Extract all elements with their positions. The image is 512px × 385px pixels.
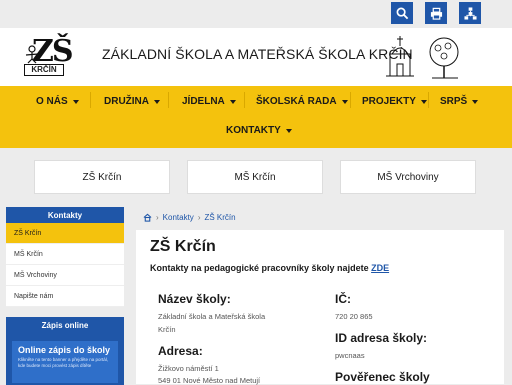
caret-down-icon <box>285 128 292 133</box>
school-name-value: Základní škola a Mateřská škola <box>158 312 266 321</box>
address-line1: Žižkovo náměstí 1 <box>158 364 219 373</box>
online-banner-text: Klikněte na tento banner a přejděte na p… <box>18 357 109 368</box>
poverenec-label: Pověřenec školy <box>335 370 430 384</box>
nav-label: O NÁS <box>36 96 68 107</box>
caret-down-icon <box>472 99 479 104</box>
card-ms-vrchoviny[interactable]: MŠ Vrchoviny <box>340 160 476 194</box>
online-banner-title: Online zápis do školy <box>18 345 111 355</box>
online-heading: Zápis online <box>6 317 124 333</box>
print-icon <box>430 7 442 20</box>
logo-subtext: KRČÍN <box>24 64 64 76</box>
nav-item-jidelna[interactable]: JÍDELNA <box>182 96 236 107</box>
search-button[interactable] <box>391 2 413 24</box>
nav-label: ŠKOLSKÁ RADA <box>256 96 337 107</box>
sidebar-item-napiste-nam[interactable]: Napište nám <box>6 286 124 307</box>
home-icon[interactable] <box>143 213 152 222</box>
church-and-tree-illustration-icon <box>386 36 459 79</box>
contact-cards: ZŠ Krčín MŠ Krčín MŠ Vrchoviny <box>0 148 512 206</box>
caret-down-icon <box>72 99 79 104</box>
breadcrumb-current: ZŠ Krčín <box>204 213 236 222</box>
nav-item-o-nas[interactable]: O NÁS <box>36 96 79 107</box>
online-banner-box: Online zápis do školy Klikněte na tento … <box>12 341 118 383</box>
main-content: ZŠ Krčín Kontakty na pedagogické pracovn… <box>136 230 504 385</box>
site-header: ZŠ KRČÍN ZÁKLADNÍ ŠKOLA A MATEŘSKÁ ŠKOLA… <box>0 28 512 86</box>
sitemap-button[interactable] <box>459 2 481 24</box>
nav-label: DRUŽINA <box>104 96 149 107</box>
school-name-value-line2: Krčín <box>158 325 176 334</box>
nav-divider <box>168 92 169 108</box>
print-button[interactable] <box>425 2 447 24</box>
site-title: ZÁKLADNÍ ŠKOLA A MATEŘSKÁ ŠKOLA KRČÍN <box>102 46 413 62</box>
school-name-label: Název školy: <box>158 292 231 306</box>
nav-divider <box>90 92 91 108</box>
id-label: ID adresa školy: <box>335 331 428 345</box>
breadcrumb-separator: › <box>197 213 201 222</box>
breadcrumb-separator: › <box>156 213 159 222</box>
caret-down-icon <box>420 99 427 104</box>
id-value: pwcnaas <box>335 351 365 360</box>
nav-item-projekty[interactable]: PROJEKTY <box>362 96 427 107</box>
school-logo[interactable]: ZŠ KRČÍN <box>24 34 94 78</box>
nav-divider <box>244 92 245 108</box>
nav-divider <box>350 92 351 108</box>
subtitle-text: Kontakty na pedagogické pracovníky školy… <box>150 263 369 273</box>
nav-item-srps[interactable]: SRPŠ <box>440 96 479 107</box>
caret-down-icon <box>341 99 348 104</box>
breadcrumb-kontakty[interactable]: Kontakty <box>163 213 194 222</box>
sidebar-item-ms-krcin[interactable]: MŠ Krčín <box>6 244 124 265</box>
sidebar-heading: Kontakty <box>6 207 124 223</box>
nav-item-kontakty[interactable]: KONTAKTY <box>226 125 292 136</box>
top-utility-bar <box>0 0 512 28</box>
logo-figure-icon <box>25 45 39 64</box>
ic-label: IČ: <box>335 292 351 306</box>
card-zs-krcin[interactable]: ZŠ Krčín <box>34 160 170 194</box>
nav-label: KONTAKTY <box>226 125 281 136</box>
subtitle-link[interactable]: ZDE <box>371 263 389 273</box>
nav-divider <box>428 92 429 108</box>
caret-down-icon <box>154 99 160 104</box>
sidebar: Kontakty ZŠ Krčín MŠ Krčín MŠ Vrchoviny … <box>6 207 124 385</box>
card-ms-krcin[interactable]: MŠ Krčín <box>187 160 323 194</box>
search-icon <box>396 7 408 19</box>
ic-value: 720 20 865 <box>335 312 373 321</box>
page-title: ZŠ Krčín <box>150 238 216 255</box>
breadcrumb: › Kontakty › ZŠ Krčín <box>143 213 236 222</box>
nav-item-druzina[interactable]: DRUŽINA <box>104 96 160 107</box>
subtitle: Kontakty na pedagogické pracovníky školy… <box>150 263 389 273</box>
address-label: Adresa: <box>158 344 203 358</box>
nav-label: JÍDELNA <box>182 96 225 107</box>
nav-label: SRPŠ <box>440 96 468 107</box>
sidebar-item-ms-vrchoviny[interactable]: MŠ Vrchoviny <box>6 265 124 286</box>
caret-down-icon <box>229 99 236 104</box>
online-enrollment-banner[interactable]: Online zápis do školy Klikněte na tento … <box>6 333 124 385</box>
sitemap-icon <box>463 6 477 20</box>
sidebar-item-zs-krcin[interactable]: ZŠ Krčín <box>6 223 124 244</box>
nav-label: PROJEKTY <box>362 96 416 107</box>
nav-item-skolska-rada[interactable]: ŠKOLSKÁ RADA <box>256 96 348 107</box>
